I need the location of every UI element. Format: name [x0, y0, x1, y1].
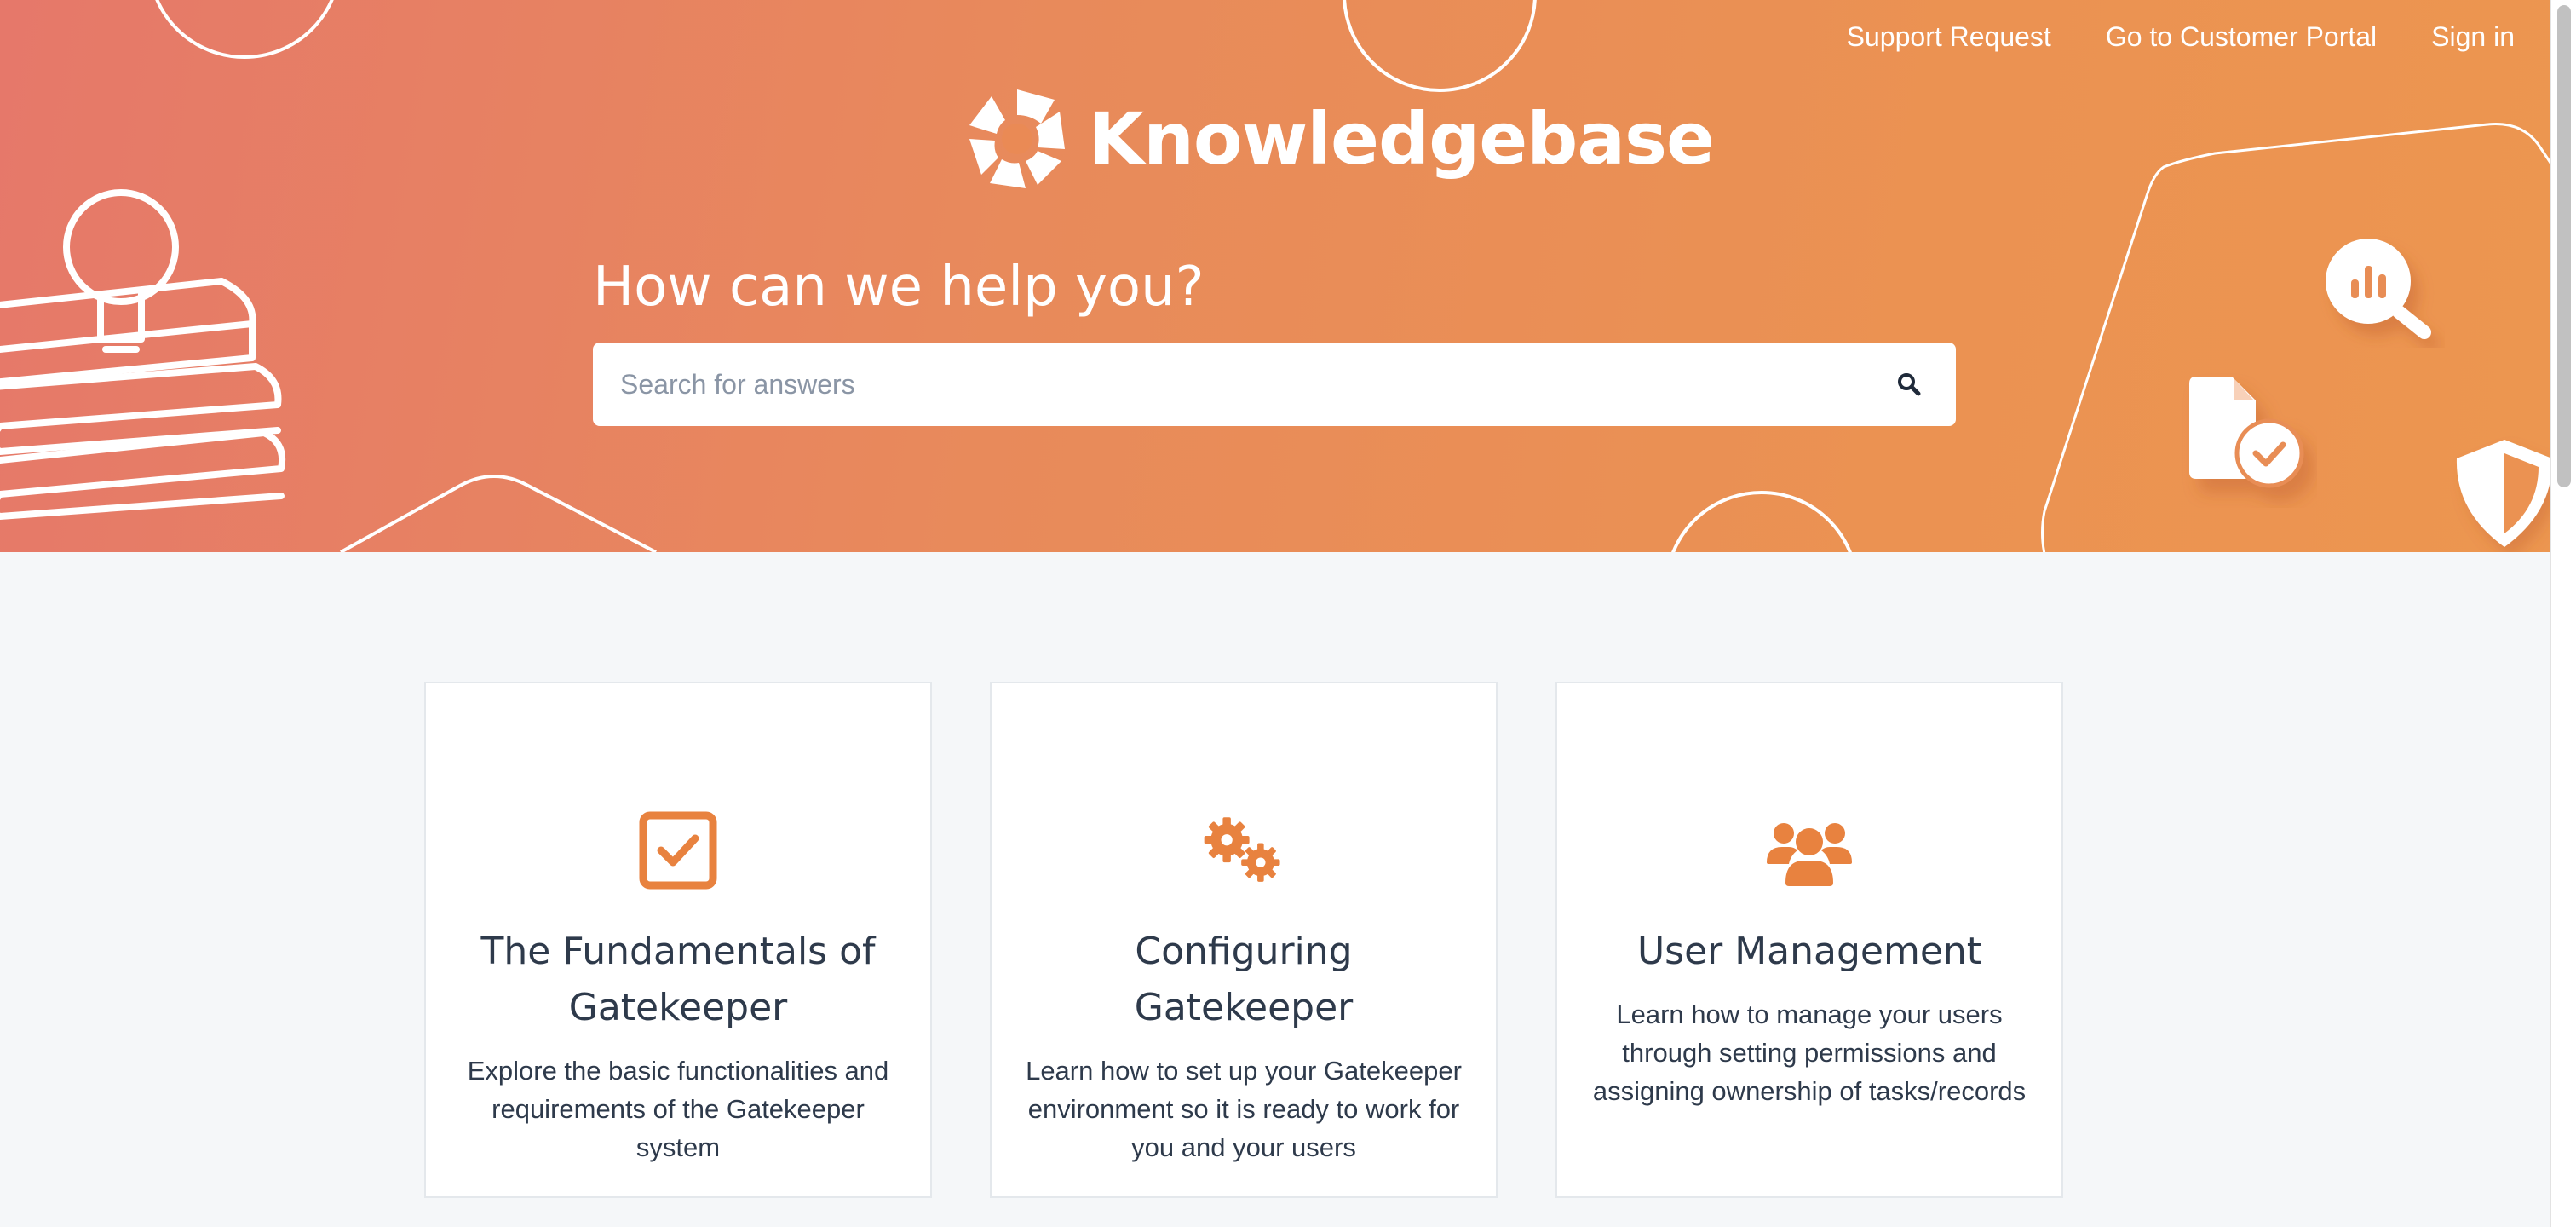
category-card-configuring[interactable]: Configuring Gatekeeper Learn how to set …: [990, 682, 1498, 1198]
deco-circle-top-left: [155, 0, 334, 59]
category-cards: The Fundamentals of Gatekeeper Explore t…: [424, 682, 2063, 1198]
scrollbar-thumb[interactable]: [2557, 5, 2571, 487]
brand-name: Knowledgebase: [1089, 97, 1715, 181]
gears-icon: [1199, 806, 1288, 895]
deco-triangle-bottom: [340, 475, 657, 552]
card-description: Learn how to set up your Gatekeeper envi…: [1026, 1056, 1462, 1162]
top-nav: Support Request Go to Customer Portal Si…: [1847, 15, 2515, 58]
scrollbar[interactable]: [2550, 0, 2576, 1227]
search-button[interactable]: [1888, 363, 1930, 406]
search-box: [593, 343, 1956, 426]
card-description: Learn how to manage your users through s…: [1592, 999, 2027, 1106]
category-card-fundamentals[interactable]: The Fundamentals of Gatekeeper Explore t…: [424, 682, 932, 1198]
deco-circle-top-center: [1343, 0, 1537, 92]
checkbox-icon: [634, 806, 722, 895]
card-title: The Fundamentals of Gatekeeper: [480, 930, 876, 1029]
search-input[interactable]: [618, 367, 1888, 401]
page: Support Request Go to Customer Portal Si…: [0, 0, 2576, 1227]
page-title: How can we help you?: [593, 256, 1205, 319]
lightbulb-books-icon: [0, 189, 285, 520]
search-icon: [1898, 373, 1921, 396]
category-card-user-management[interactable]: User Management Learn how to manage your…: [1555, 682, 2063, 1198]
analytics-search-icon: [2326, 239, 2431, 339]
gatekeeper-logo-icon: [969, 89, 1065, 188]
card-description: Explore the basic functionalities and re…: [467, 1056, 889, 1162]
card-title: User Management: [1636, 930, 1982, 973]
document-check-icon: [2189, 377, 2304, 488]
customer-portal-link[interactable]: Go to Customer Portal: [2106, 21, 2377, 53]
shield-icon: [2456, 440, 2550, 547]
card-title: Configuring Gatekeeper: [1134, 930, 1354, 1029]
hero-banner: Support Request Go to Customer Portal Si…: [0, 0, 2550, 552]
users-icon: [1765, 806, 1854, 895]
support-request-link[interactable]: Support Request: [1847, 21, 2051, 53]
deco-circle-bottom-right: [1671, 491, 1852, 552]
brand[interactable]: Knowledgebase: [966, 84, 1715, 194]
sign-in-link[interactable]: Sign in: [2431, 21, 2515, 53]
